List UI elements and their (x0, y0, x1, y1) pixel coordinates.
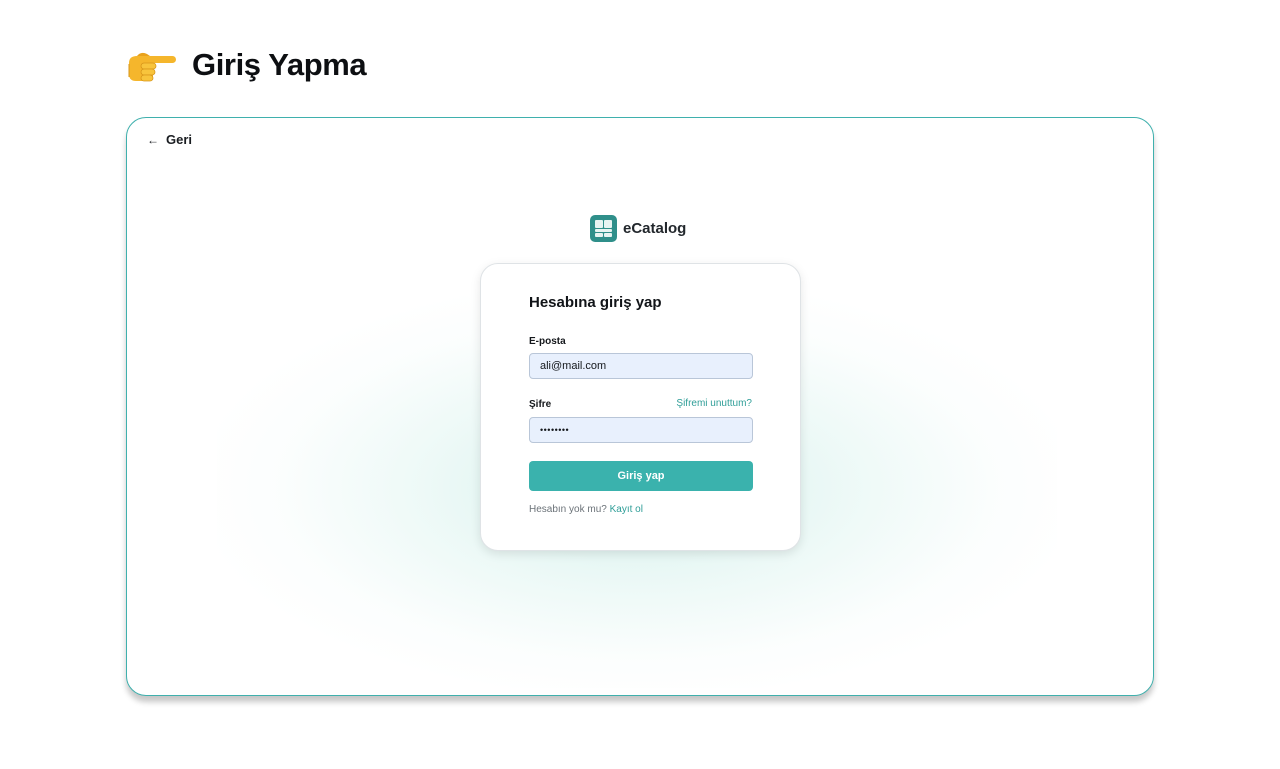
password-field[interactable] (529, 417, 753, 443)
back-link-label: Geri (166, 132, 193, 147)
email-label: E-posta (529, 336, 566, 347)
pointing-hand-icon (126, 45, 178, 85)
login-card: Hesabına giriş yap E-posta Şifre Şifremi… (480, 263, 801, 551)
page-title: Giriş Yapma (192, 47, 367, 82)
signup-link[interactable]: Kayıt ol (610, 504, 643, 515)
brand: eCatalog (590, 215, 686, 242)
browser-frame: ← Geri eCatalog Hesabına giriş yap E-pos… (126, 117, 1154, 696)
password-label: Şifre (529, 399, 552, 410)
forgot-password-link[interactable]: Şifremi unuttum? (676, 398, 752, 409)
login-button[interactable]: Giriş yap (529, 461, 753, 491)
back-link[interactable]: ← Geri (147, 132, 192, 147)
arrow-left-icon: ← (147, 132, 159, 147)
login-title: Hesabına giriş yap (529, 294, 662, 311)
email-field[interactable] (529, 353, 753, 379)
grid-logo-icon (590, 215, 617, 242)
signup-prompt: Hesabın yok mu? Kayıt ol (529, 504, 643, 515)
page-heading: Giriş Yapma (126, 44, 367, 86)
brand-name: eCatalog (623, 220, 687, 237)
signup-prompt-text: Hesabın yok mu? (529, 504, 607, 515)
